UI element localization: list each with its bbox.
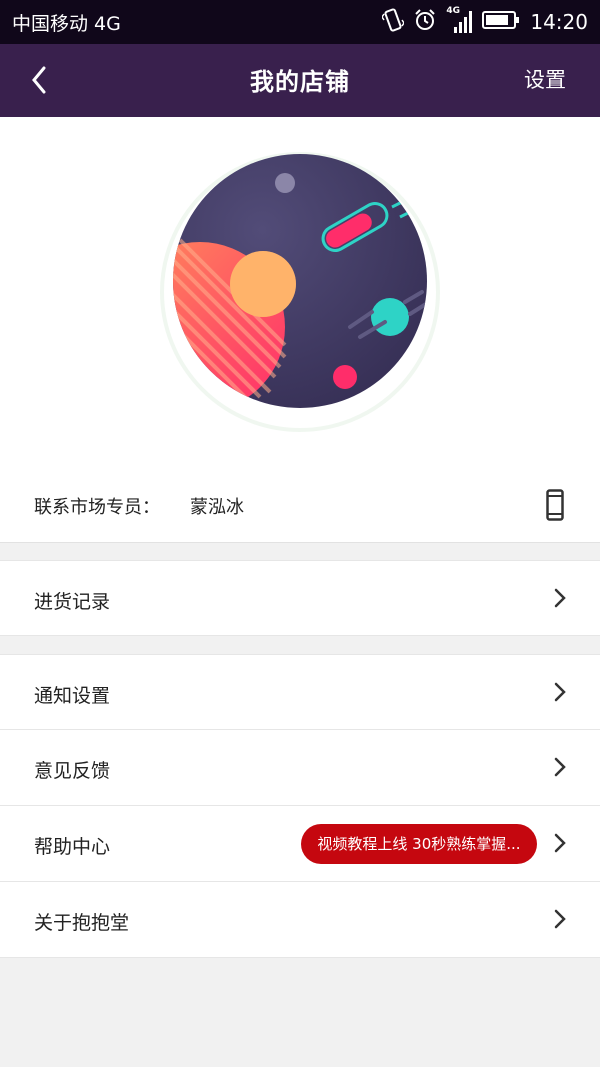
contact-name: 蒙泓冰 bbox=[190, 497, 244, 518]
chevron-right-icon bbox=[554, 757, 566, 777]
status-bar: 中国移动 4G 4G 14:20 bbox=[0, 0, 600, 44]
chevron-right-icon bbox=[554, 833, 566, 853]
menu-item-notification-settings[interactable]: 通知设置 bbox=[0, 654, 600, 730]
menu-item-feedback[interactable]: 意见反馈 bbox=[0, 730, 600, 806]
menu-item-label: 关于抱抱堂 bbox=[34, 912, 130, 934]
contact-label: 联系市场专员： bbox=[34, 497, 160, 518]
menu-item-label: 意见反馈 bbox=[34, 760, 111, 782]
status-time: 14:20 bbox=[530, 10, 588, 34]
status-icons: 4G 14:20 bbox=[381, 6, 588, 36]
chevron-right-icon bbox=[554, 588, 566, 608]
help-promo-badge[interactable]: 视频教程上线 30秒熟练掌握... bbox=[301, 824, 537, 864]
nav-bar: 我的店铺 设置 bbox=[0, 44, 600, 117]
shop-avatar[interactable] bbox=[160, 152, 440, 432]
signal-icon: 4G bbox=[446, 6, 473, 35]
chevron-right-icon bbox=[554, 909, 566, 929]
chevron-right-icon bbox=[554, 682, 566, 702]
carrier-label: 中国移动 4G bbox=[12, 12, 121, 35]
menu-item-purchase-records[interactable]: 进货记录 bbox=[0, 560, 600, 636]
menu-item-help-center[interactable]: 帮助中心 视频教程上线 30秒熟练掌握... bbox=[0, 806, 600, 882]
menu-item-label: 帮助中心 bbox=[34, 836, 111, 858]
page-title: 我的店铺 bbox=[250, 68, 350, 96]
profile-area bbox=[0, 117, 600, 468]
menu-item-label: 通知设置 bbox=[34, 685, 111, 707]
phone-icon[interactable] bbox=[546, 489, 564, 521]
vibrate-icon bbox=[381, 8, 406, 36]
settings-button[interactable]: 设置 bbox=[524, 64, 566, 94]
menu-item-about[interactable]: 关于抱抱堂 bbox=[0, 882, 600, 958]
alarm-icon bbox=[414, 9, 436, 35]
menu-item-label: 进货记录 bbox=[34, 591, 111, 613]
battery-icon bbox=[482, 10, 520, 34]
contact-row: 联系市场专员： 蒙泓冰 bbox=[0, 468, 600, 543]
